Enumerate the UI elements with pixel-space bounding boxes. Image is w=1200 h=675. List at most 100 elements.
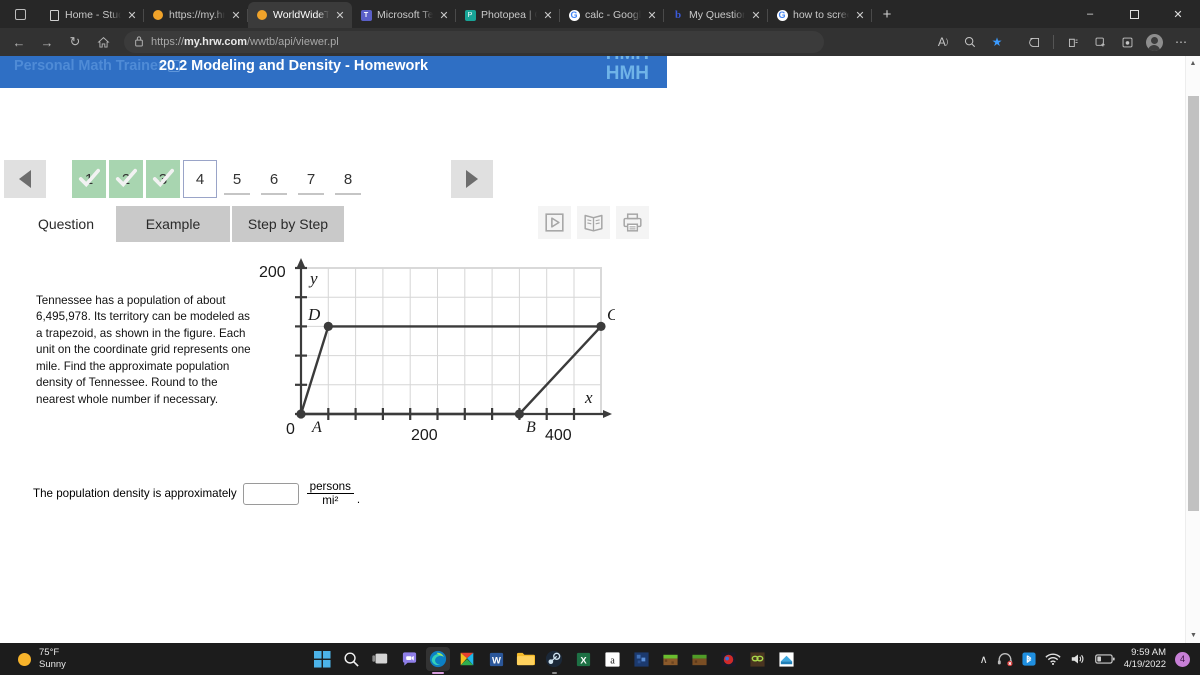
- close-icon[interactable]: ✕: [334, 9, 346, 22]
- tab-example[interactable]: Example: [116, 206, 230, 242]
- question-button-4[interactable]: 4: [183, 160, 217, 198]
- forward-icon[interactable]: →: [34, 30, 60, 54]
- question-button-8[interactable]: 8: [331, 160, 365, 198]
- grass-block-icon-2[interactable]: [687, 647, 711, 671]
- teams-chat-icon[interactable]: [397, 647, 421, 671]
- close-icon[interactable]: ✕: [646, 9, 658, 22]
- question-button-1[interactable]: 1: [72, 160, 106, 198]
- browser-tab-0[interactable]: Home - Student P ✕: [40, 2, 144, 28]
- headset-muted-icon[interactable]: [997, 652, 1013, 666]
- back-icon[interactable]: ←: [6, 30, 32, 54]
- clock-widget[interactable]: 9:59 AM 4/19/2022: [1124, 647, 1166, 671]
- battery-icon[interactable]: [1094, 653, 1115, 665]
- minimize-button[interactable]: –: [1068, 0, 1112, 28]
- question-button-7[interactable]: 7: [294, 160, 328, 198]
- refresh-icon[interactable]: ↻: [62, 30, 88, 54]
- scroll-up-arrow[interactable]: ▲: [1186, 56, 1200, 71]
- weather-condition: Sunny: [39, 659, 66, 670]
- tab-label: Photopea | Online: [481, 9, 537, 21]
- edge-icon[interactable]: [426, 647, 450, 674]
- bluetooth-icon[interactable]: [1022, 652, 1036, 666]
- badlion-icon[interactable]: [716, 647, 740, 671]
- next-question-button[interactable]: [451, 160, 493, 198]
- question-button-5[interactable]: 5: [220, 160, 254, 198]
- scroll-down-arrow[interactable]: ▼: [1186, 628, 1200, 643]
- lunar-icon[interactable]: [745, 647, 769, 671]
- address-bar[interactable]: https://my.hrw.com/wwtb/api/viewer.pl: [124, 31, 824, 53]
- close-icon[interactable]: ✕: [230, 9, 242, 22]
- weather-widget[interactable]: 75°F Sunny: [0, 647, 300, 671]
- bluestacks-icon[interactable]: [774, 647, 798, 671]
- tab-label: how to screensho: [793, 9, 849, 21]
- scrollbar-thumb[interactable]: [1188, 96, 1199, 511]
- hmh-logo-bottom: HMH: [605, 63, 649, 84]
- question-pager: 1 2 3 4 5 6 7 8: [0, 160, 667, 200]
- word-icon[interactable]: W: [484, 647, 508, 671]
- settings-more-icon[interactable]: ⋯: [1168, 30, 1194, 54]
- browser-tab-6[interactable]: b My Questions | ba ✕: [664, 2, 768, 28]
- browser-window: Home - Student P ✕ https://my.hrw.co ✕ W…: [0, 0, 1200, 675]
- volume-icon[interactable]: [1070, 652, 1086, 666]
- close-icon[interactable]: ✕: [542, 9, 554, 22]
- printer-icon[interactable]: [616, 206, 649, 239]
- grass-block-icon[interactable]: [658, 647, 682, 671]
- video-play-icon[interactable]: [538, 206, 571, 239]
- new-tab-button[interactable]: +: [872, 2, 902, 28]
- weather-text: 75°F Sunny: [39, 647, 66, 671]
- maximize-button[interactable]: [1112, 0, 1156, 28]
- question-number: 4: [195, 170, 205, 188]
- page-scrollbar[interactable]: ▲ ▼: [1185, 56, 1200, 643]
- folder-icon[interactable]: [513, 647, 537, 671]
- browser-nav-bar: ← → ↻ https://my.hrw.com/wwtb/api/viewer…: [0, 28, 1200, 56]
- browser-tab-2[interactable]: WorldWideTestba ✕: [248, 2, 352, 28]
- textbook-icon[interactable]: [577, 206, 610, 239]
- close-icon[interactable]: ✕: [750, 9, 762, 22]
- close-icon[interactable]: ✕: [438, 9, 450, 22]
- close-icon[interactable]: ✕: [854, 9, 866, 22]
- minecraft-portal-icon[interactable]: [629, 647, 653, 671]
- unit-denominator: mi²: [322, 494, 339, 508]
- orange-dot-icon: [152, 9, 164, 21]
- task-view-icon[interactable]: [368, 647, 392, 671]
- tab-search-button[interactable]: [0, 0, 40, 28]
- steam-icon[interactable]: [542, 647, 566, 674]
- tab-step-by-step[interactable]: Step by Step: [232, 206, 344, 242]
- question-button-3[interactable]: 3: [146, 160, 180, 198]
- prev-question-button[interactable]: [4, 160, 46, 198]
- tray-chevron-icon[interactable]: ∧: [980, 653, 988, 666]
- y-axis-label: y: [308, 269, 318, 288]
- collections-icon[interactable]: [1060, 30, 1086, 54]
- profile-avatar[interactable]: [1141, 30, 1167, 54]
- read-aloud-icon[interactable]: A): [930, 30, 956, 54]
- photos-icon[interactable]: [455, 647, 479, 671]
- browser-tab-5[interactable]: G calc - Google Sea ✕: [560, 2, 664, 28]
- answer-input[interactable]: [242, 482, 299, 505]
- point-C: [596, 321, 606, 331]
- page-title: 20.2 Modeling and Density - Homework: [158, 58, 429, 74]
- wifi-icon[interactable]: [1045, 653, 1061, 666]
- question-button-6[interactable]: 6: [257, 160, 291, 198]
- notification-badge[interactable]: 4: [1175, 651, 1190, 667]
- excel-icon[interactable]: X: [571, 647, 595, 671]
- svg-text:X: X: [580, 655, 587, 666]
- tab-question[interactable]: Question: [18, 206, 114, 242]
- browser-tab-1[interactable]: https://my.hrw.co ✕: [144, 2, 248, 28]
- windows-taskbar: 75°F Sunny W X a ∧ 9:59 AM 4/19/2022 4: [0, 643, 1200, 675]
- zoom-icon[interactable]: [957, 30, 983, 54]
- amazon-icon[interactable]: a: [600, 647, 624, 671]
- browser-tab-3[interactable]: T Microsoft Teams ✕: [352, 2, 456, 28]
- close-icon[interactable]: ✕: [126, 9, 138, 22]
- add-to-collections-icon[interactable]: [1087, 30, 1113, 54]
- page-icon: [48, 9, 60, 21]
- browser-tab-4[interactable]: P Photopea | Online ✕: [456, 2, 560, 28]
- search-icon[interactable]: [339, 647, 363, 671]
- home-icon[interactable]: [90, 30, 116, 54]
- question-button-2[interactable]: 2: [109, 160, 143, 198]
- start-button[interactable]: [310, 647, 334, 671]
- origin-label: 0: [286, 421, 295, 438]
- split-screen-icon[interactable]: [1021, 30, 1047, 54]
- favorite-star-icon[interactable]: ★: [984, 30, 1010, 54]
- browser-tab-7[interactable]: G how to screensho ✕: [768, 2, 872, 28]
- browser-essentials-icon[interactable]: [1114, 30, 1140, 54]
- close-window-button[interactable]: ✕: [1156, 0, 1200, 28]
